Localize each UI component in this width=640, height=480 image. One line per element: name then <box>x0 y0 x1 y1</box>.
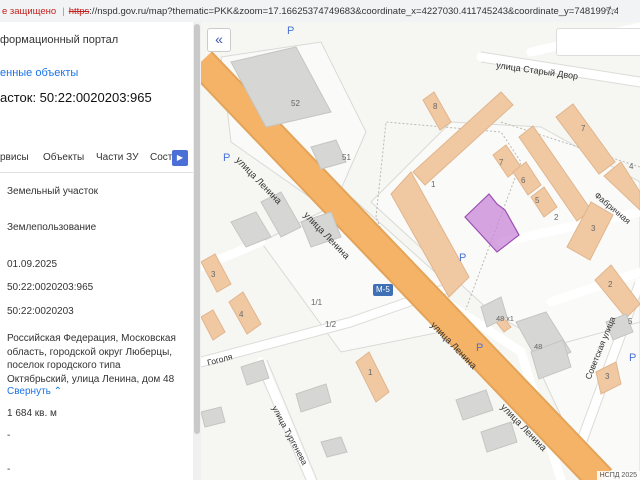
page-title: асток: 50:22:0020203:965 <box>0 90 152 105</box>
cadastral-quarter: 50:22:0020203 <box>7 306 74 317</box>
registration-date: 01.09.2025 <box>7 259 58 270</box>
building-number: 7 <box>581 124 586 133</box>
bookmark-star-icon[interactable]: ☆ <box>604 3 616 19</box>
toolbar-overflow <box>618 0 640 22</box>
tab-objects[interactable]: Объекты <box>43 152 84 163</box>
tab-services[interactable]: рвисы <box>0 152 29 163</box>
address-separator: | <box>62 5 65 17</box>
building-number: 1 <box>431 180 436 189</box>
map-search-box[interactable] <box>556 28 640 56</box>
building-number: 5 <box>535 196 540 205</box>
building-number: 5 <box>628 317 633 326</box>
cadastral-number: 50:22:0020203:965 <box>7 282 94 293</box>
building-number: 1/2 <box>325 320 337 329</box>
empty-value-2: - <box>7 464 11 475</box>
object-view: Землепользование <box>7 222 97 233</box>
scrollbar-thumb[interactable] <box>194 24 200 434</box>
tab-parts[interactable]: Части ЗУ <box>96 152 138 163</box>
panel-scrollbar[interactable] <box>193 22 201 480</box>
not-secure-label[interactable]: е защищено <box>2 6 56 17</box>
building-number: 6 <box>521 176 526 185</box>
object-type: Земельный участок <box>7 186 99 197</box>
parking-icon: P <box>287 25 295 37</box>
url-scheme: https <box>68 5 90 17</box>
address-bar[interactable]: е защищено | https ://nspd.gov.ru/map?th… <box>0 0 640 23</box>
parking-icon: P <box>223 152 231 164</box>
building-number: 3 <box>605 372 610 381</box>
parking-icon: P <box>459 252 467 264</box>
empty-value-1: - <box>7 430 11 441</box>
building-number: 48 к1 <box>496 314 514 323</box>
parking-icon: P <box>629 352 637 364</box>
building-number: 1/1 <box>311 298 323 307</box>
building-number: 1 <box>368 368 373 377</box>
building-number: 3 <box>591 224 596 233</box>
tab-bar: рвисы Объекты Части ЗУ Соста ▶ <box>0 146 193 173</box>
address-text: Российская Федерация, Московская область… <box>7 333 176 385</box>
building-number: 48 <box>534 342 543 351</box>
info-panel: формационный портал енные объекты асток:… <box>0 22 193 480</box>
portal-title: формационный портал <box>0 34 119 46</box>
collapse-label: Свернуть <box>7 386 51 397</box>
building-number: 4 <box>629 162 634 171</box>
building-number: 8 <box>433 102 438 111</box>
map-canvas <box>201 22 640 480</box>
building-number: 4 <box>239 310 244 319</box>
collapse-panel-button[interactable]: « <box>207 28 231 52</box>
url-text: ://nspd.gov.ru/map?thematic=PKK&zoom=17.… <box>89 5 640 17</box>
double-chevron-left-icon: « <box>215 31 223 47</box>
building-number: 2 <box>608 280 613 289</box>
tabs-next-button[interactable]: ▶ <box>172 150 188 166</box>
area-value: 1 684 кв. м <box>7 408 57 419</box>
building-number: 3 <box>211 270 216 279</box>
collapse-link[interactable]: Свернуть ⌃ <box>7 386 62 397</box>
chevron-up-icon: ⌃ <box>53 386 63 397</box>
road-shield-label: М-5 <box>376 285 390 294</box>
map-view[interactable]: улица Ленина улица Ленина улица Ленина у… <box>201 22 640 480</box>
building-number: 7 <box>499 158 504 167</box>
parking-icon: P <box>476 342 484 354</box>
selected-objects-link[interactable]: енные объекты <box>0 67 78 79</box>
building-number: 52 <box>291 99 300 108</box>
map-attribution: НСПД 2025 <box>596 471 640 480</box>
building-number: 2 <box>554 213 559 222</box>
building-number: 51 <box>342 153 351 162</box>
